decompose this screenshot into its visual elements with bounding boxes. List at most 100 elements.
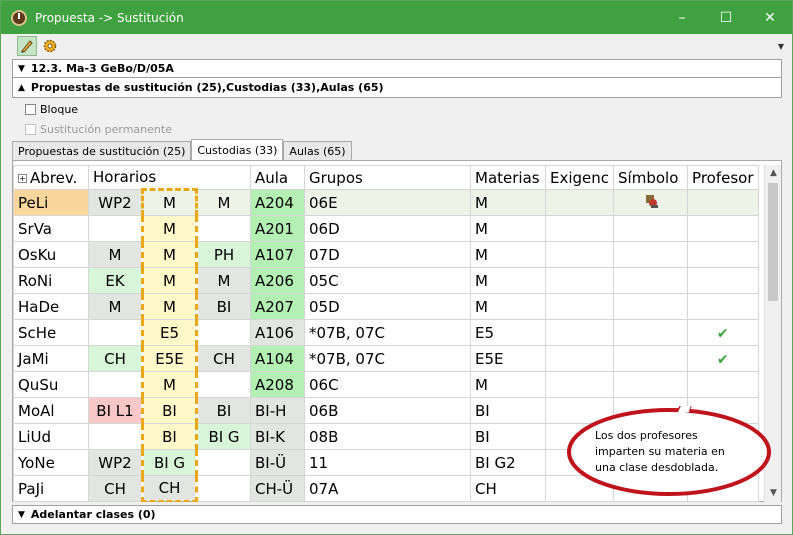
groups-cell: 11: [304, 449, 471, 476]
substitute-tool-button[interactable]: [17, 35, 37, 56]
schedule-cell: [196, 215, 251, 242]
checkmark-icon: ✔: [716, 325, 729, 342]
schedule-cell-current: M: [141, 371, 198, 398]
abbrev-cell: MoAl: [13, 397, 89, 424]
schedule-cell: BI G: [196, 423, 251, 450]
teacher-cell: ✔: [687, 319, 759, 346]
abbrev-cell: PaJi: [13, 475, 89, 502]
room-cell: A107: [250, 241, 305, 268]
checkmark-icon: ✔: [716, 351, 729, 368]
collapse-arrow-icon: ▼: [18, 63, 25, 74]
toolbar-overflow-icon[interactable]: ▼: [778, 42, 784, 51]
subjects-cell: BI: [470, 423, 546, 450]
gear-icon: [43, 39, 57, 52]
symbol-cell: [613, 241, 689, 268]
groups-cell: 05C: [304, 267, 471, 294]
tab-strip: Propuestas de sustitución (25) Custodias…: [12, 139, 352, 160]
maximize-button[interactable]: ☐: [704, 1, 748, 34]
block-checkbox[interactable]: Bloque: [25, 103, 78, 116]
abbrev-cell: YoNe: [13, 449, 89, 476]
app-window: Propuesta -> Sustitución – ☐ ✕ ▼ ▼ 12.3.…: [0, 0, 793, 535]
col-header-symbol[interactable]: Símbolo: [613, 165, 689, 190]
groups-cell: *07B, 07C: [304, 345, 471, 372]
col-header-demand[interactable]: Exigenc: [544, 165, 615, 190]
teacher-cell: [687, 241, 759, 268]
teacher-cell: [687, 267, 759, 294]
table-row[interactable]: PeLi WP2 M M A204 06E M: [13, 188, 759, 216]
demand-cell: [544, 189, 615, 216]
block-label: Bloque: [40, 103, 79, 116]
subjects-cell: CH: [470, 475, 546, 502]
subjects-cell: M: [470, 293, 546, 320]
schedule-cell: BI: [196, 397, 251, 424]
title-bar[interactable]: Propuesta -> Sustitución – ☐ ✕: [1, 1, 792, 34]
table-row[interactable]: QuSu M A208 06C M: [13, 371, 759, 398]
room-cell: BI-Ü: [250, 449, 305, 476]
table-row[interactable]: OsKu M M PH A107 07D M: [13, 241, 759, 268]
proposals-section-header[interactable]: ▲ Propuestas de sustitución (25),Custodi…: [12, 78, 782, 98]
schedule-cell: M: [88, 241, 143, 268]
table-row[interactable]: HaDe M M BI A207 05D M: [13, 293, 759, 320]
subjects-cell: E5: [470, 319, 546, 346]
lesson-section-header[interactable]: ▼ 12.3. Ma-3 GeBo/D/05A: [12, 59, 782, 78]
callout-text: Los dos profesores imparten su materia e…: [595, 429, 725, 474]
col-header-groups[interactable]: Grupos: [304, 165, 471, 190]
schedule-cell: M: [196, 267, 251, 294]
toolbar: ▼: [1, 34, 792, 57]
permanent-substitution-checkbox[interactable]: Sustitución permanente: [25, 123, 172, 136]
schedule-cell: CH: [196, 345, 251, 372]
col-header-teacher[interactable]: Profesor: [687, 165, 759, 190]
symbol-cell: [613, 371, 689, 398]
scroll-thumb[interactable]: [768, 183, 778, 301]
scroll-up-icon[interactable]: ▲: [765, 165, 782, 182]
table-row[interactable]: JaMi CH E5E CH A104 *07B, 07C E5E ✔: [13, 345, 759, 372]
schedule-cell-current: BI: [141, 397, 198, 424]
schedule-cell-current: M: [141, 215, 198, 242]
room-cell: A208: [250, 371, 305, 398]
untis-clock-icon: [11, 9, 27, 26]
col-header-schedule[interactable]: Horarios: [88, 165, 251, 190]
table-row[interactable]: ScHe E5 A106 *07B, 07C E5 ✔: [13, 319, 759, 346]
groups-cell: 06C: [304, 371, 471, 398]
schedule-cell: PH: [196, 241, 251, 268]
room-cell: A207: [250, 293, 305, 320]
checkbox-box[interactable]: [25, 104, 36, 115]
window-title: Propuesta -> Sustitución: [35, 10, 184, 25]
teacher-cell: [687, 215, 759, 242]
teacher-symbol-icon: [645, 194, 658, 208]
advance-lessons-title: Adelantar clases (0): [30, 508, 156, 521]
subjects-cell: M: [470, 215, 546, 242]
schedule-cell: [88, 319, 143, 346]
demand-cell: [544, 293, 615, 320]
schedule-cell: [196, 319, 251, 346]
permanent-substitution-label: Sustitución permanente: [40, 123, 172, 136]
abbrev-cell: LiUd: [13, 423, 89, 450]
symbol-cell: [613, 345, 689, 372]
expand-plus-icon[interactable]: +: [18, 173, 27, 183]
abbrev-cell: JaMi: [13, 345, 89, 372]
schedule-cell: [196, 475, 251, 502]
abbrev-cell: SrVa: [13, 215, 89, 242]
tab-proposals[interactable]: Propuestas de sustitución (25): [12, 141, 192, 160]
checkbox-box[interactable]: [25, 124, 36, 135]
tab-custodies[interactable]: Custodias (33): [191, 139, 284, 160]
room-cell: A106: [250, 319, 305, 346]
schedule-cell-current: BI G: [141, 449, 198, 476]
table-row[interactable]: SrVa M A201 06D M: [13, 215, 759, 242]
abbrev-cell: HaDe: [13, 293, 89, 320]
col-header-room[interactable]: Aula: [250, 165, 305, 190]
col-header-abbrev[interactable]: + Abrev.: [13, 165, 89, 190]
minimize-button[interactable]: –: [660, 1, 704, 34]
groups-cell: 05D: [304, 293, 471, 320]
tab-rooms[interactable]: Aulas (65): [283, 141, 352, 160]
col-header-subjects[interactable]: Materias: [470, 165, 546, 190]
advance-lessons-section-header[interactable]: ▼ Adelantar clases (0): [12, 505, 782, 524]
schedule-cell: [196, 371, 251, 398]
demand-cell: [544, 241, 615, 268]
settings-tool-button[interactable]: [40, 36, 60, 56]
close-button[interactable]: ✕: [748, 1, 792, 34]
room-cell: A201: [250, 215, 305, 242]
table-row[interactable]: RoNi EK M M A206 05C M: [13, 267, 759, 294]
teacher-cell: [687, 293, 759, 320]
schedule-cell: WP2: [88, 189, 143, 216]
